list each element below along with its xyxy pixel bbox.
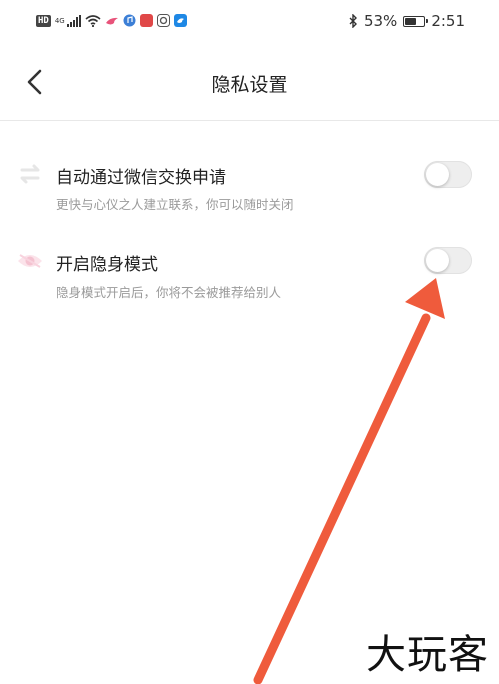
- swap-arrows-icon: [20, 164, 40, 184]
- battery-percent: 53%: [363, 12, 398, 30]
- clock-time: 2:51: [431, 12, 465, 30]
- setting-title: 自动通过微信交换申请: [56, 168, 226, 188]
- network-type: 4G: [54, 16, 65, 25]
- setting-description: 隐身模式开启后，你将不会被推荐给别人: [56, 285, 282, 300]
- gear-app-icon: [156, 14, 170, 27]
- bluetooth-icon: [349, 14, 357, 28]
- setting-row-auto-accept-wechat: 自动通过微信交换申请 更快与心仪之人建立联系，你可以随时关闭: [0, 150, 499, 220]
- status-bar: HD 4G 53% 2:51: [0, 0, 499, 44]
- page-title: 隐私设置: [211, 74, 288, 96]
- setting-title: 开启隐身模式: [56, 255, 158, 275]
- auto-accept-wechat-toggle[interactable]: [424, 161, 472, 188]
- watermark-logo: 大玩客: [366, 632, 489, 678]
- battery-icon: [403, 15, 429, 27]
- navigation-bar: 隐私设置: [0, 44, 499, 121]
- setting-row-invisible-mode: 开启隐身模式 隐身模式开启后，你将不会被推荐给别人: [0, 237, 499, 307]
- bird-app-icon: [105, 17, 118, 24]
- eye-hidden-icon: [18, 254, 42, 268]
- toggle-knob: [426, 163, 449, 186]
- app-icon-red: [139, 14, 153, 27]
- wifi-icon: [85, 14, 101, 27]
- signal-icon: [66, 14, 81, 27]
- setting-description: 更快与心仪之人建立联系，你可以随时关闭: [56, 197, 294, 212]
- toggle-knob: [426, 249, 449, 272]
- bird-app-icon-blue: [173, 14, 187, 27]
- status-icons-left: HD 4G: [36, 14, 187, 27]
- invisible-mode-toggle[interactable]: [424, 247, 472, 274]
- hd-badge: HD: [36, 14, 51, 27]
- status-icons-right: 53% 2:51: [349, 12, 465, 30]
- music-app-icon: [123, 14, 136, 27]
